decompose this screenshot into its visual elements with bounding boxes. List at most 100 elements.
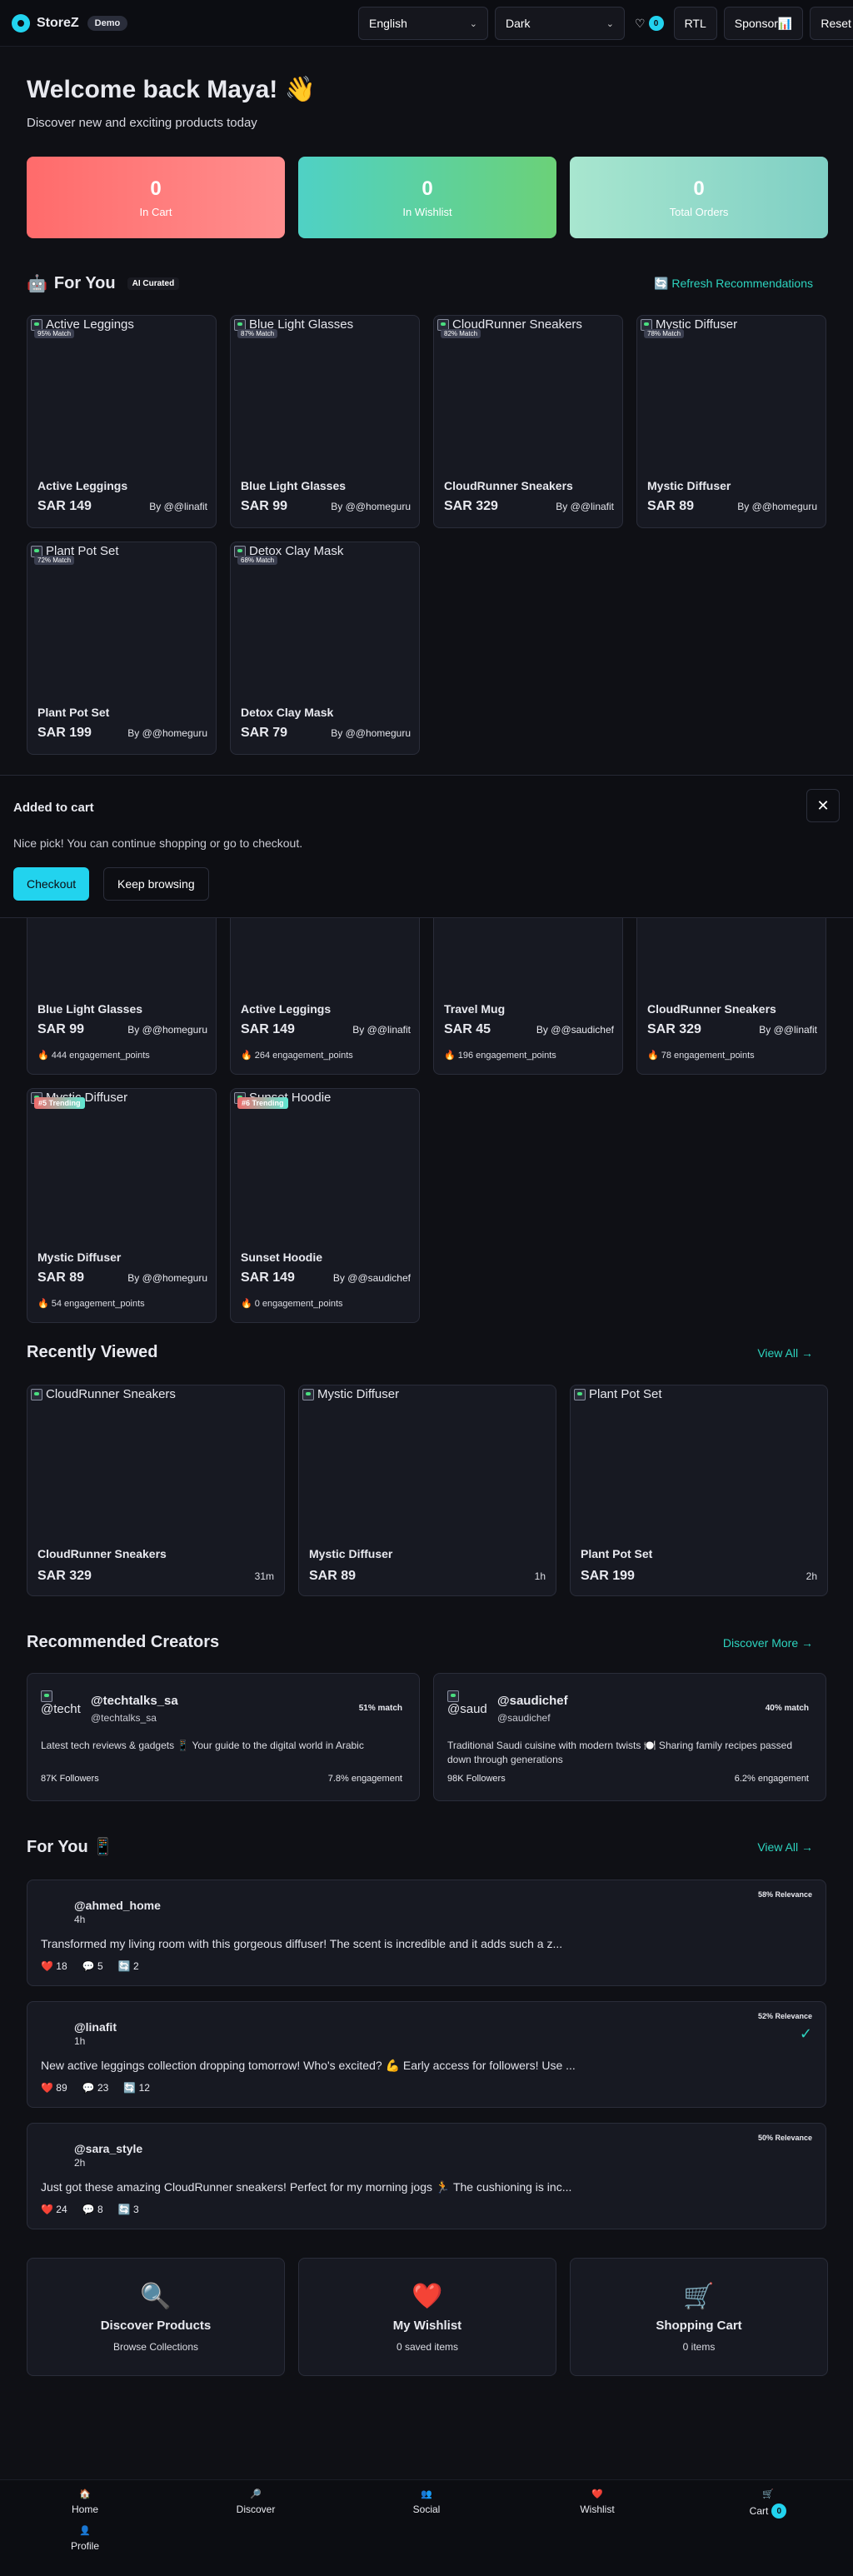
my-wishlist-card[interactable]: ❤️ My Wishlist 0 saved items	[298, 2258, 556, 2376]
creator-card[interactable]: @saudi @saudichef @saudichef 40% match T…	[433, 1673, 826, 1801]
engagement-points: 🔥 78 engagement_points	[647, 1051, 755, 1061]
discover-more-link[interactable]: Discover More →	[723, 1636, 813, 1650]
comment-count[interactable]: 💬 8	[82, 2204, 103, 2215]
share-icon: 🔄	[117, 1960, 131, 1972]
rtl-button[interactable]: RTL	[673, 7, 717, 40]
share-icon: 🔄	[117, 2204, 131, 2215]
like-count[interactable]: ❤️ 18	[41, 1960, 67, 1972]
product-name: Plant Pot Set	[37, 706, 110, 719]
view-all-link[interactable]: View All →	[757, 1840, 813, 1854]
nav-discover[interactable]: 🔎 Discover	[222, 2489, 289, 2515]
section-title: For You	[53, 274, 116, 292]
language-select[interactable]: English ⌄	[358, 7, 488, 40]
nav-wishlist[interactable]: ❤️ Wishlist	[564, 2489, 631, 2515]
reset-button[interactable]: Reset	[810, 7, 853, 40]
creator-link[interactable]: By @@homeguru	[127, 1272, 207, 1284]
creator-link[interactable]: By @@linafit	[759, 1024, 817, 1036]
stat-in-wishlist[interactable]: 0 In Wishlist	[298, 157, 556, 238]
creator-link[interactable]: By @@saudichef	[536, 1024, 614, 1036]
relevance-badge: 52% Relevance	[757, 2012, 812, 2020]
nav-home[interactable]: 🏠 Home	[52, 2489, 118, 2515]
product-price: SAR 89	[309, 1569, 357, 1583]
post-time: 1h	[74, 2035, 86, 2047]
top-bar: StoreZ Demo English ⌄ Dark ⌄ ♡ 0 RTL Spons…	[0, 0, 853, 47]
like-count[interactable]: ❤️ 89	[41, 2082, 67, 2094]
product-name: Active Leggings	[241, 1002, 332, 1016]
feed-header: For You 📱 View All →	[27, 1836, 826, 1857]
nav-cart[interactable]: 🛒 Cart 0	[735, 2489, 801, 2519]
post-author[interactable]: @ahmed_home	[74, 1899, 161, 1912]
recent-card[interactable]: Mystic Diffuser Mystic Diffuser SAR 89 1…	[298, 1385, 556, 1596]
product-name: Sunset Hoodie	[241, 1251, 323, 1264]
creator-link[interactable]: By @@homeguru	[331, 501, 411, 512]
feed-post[interactable]: @linafit 1h 52% Relevance ✓ New active l…	[27, 2001, 826, 2108]
creator-link[interactable]: By @@homeguru	[127, 727, 207, 739]
creator-link[interactable]: By @@homeguru	[331, 727, 411, 739]
trending-card[interactable]: Sunset Hoodie #6 Trending Sunset Hoodie …	[230, 1088, 420, 1323]
product-name: Detox Clay Mask	[241, 706, 334, 719]
feed-post[interactable]: @sara_style 2h 50% Relevance Just got th…	[27, 2123, 826, 2229]
product-price: SAR 199	[581, 1569, 635, 1583]
product-name: Mystic Diffuser	[647, 479, 731, 492]
trending-card[interactable]: Mystic Diffuser #5 Trending Mystic Diffu…	[27, 1088, 217, 1323]
stat-in-cart[interactable]: 0 In Cart	[27, 157, 285, 238]
share-count[interactable]: 🔄 12	[123, 2082, 150, 2094]
checkmark-icon: ✓	[799, 2025, 812, 2042]
recent-card[interactable]: CloudRunner Sneakers CloudRunner Sneaker…	[27, 1385, 285, 1596]
comment-icon: 💬	[82, 1960, 95, 1972]
nav-profile[interactable]: 👤 Profile	[52, 2525, 118, 2552]
checkout-button[interactable]: Checkout	[13, 867, 90, 901]
creator-card[interactable]: @techt @techtalks_sa @techtalks_sa 51% m…	[27, 1673, 420, 1801]
creator-link[interactable]: By @@linafit	[149, 501, 207, 512]
product-card[interactable]: Mystic Diffuser 78% Match Mystic Diffuse…	[636, 315, 826, 528]
theme-select[interactable]: Dark ⌄	[495, 7, 625, 40]
feed-post[interactable]: @ahmed_home 4h 58% Relevance Transformed…	[27, 1880, 826, 1986]
creator-link[interactable]: By @@saudichef	[333, 1272, 411, 1284]
heart-icon: ❤️	[41, 2204, 53, 2215]
like-count[interactable]: ❤️ 24	[41, 2204, 67, 2215]
product-card[interactable]: Blue Light Glasses 87% Match Blue Light …	[230, 315, 420, 528]
comment-count[interactable]: 💬 23	[82, 2082, 109, 2094]
view-all-link[interactable]: View All →	[757, 1346, 813, 1360]
product-name: Plant Pot Set	[581, 1547, 653, 1560]
match-badge: 87% Match	[237, 329, 278, 338]
wishlist-counter[interactable]: ♡ 0	[631, 7, 667, 40]
keep-browsing-button[interactable]: Keep browsing	[103, 867, 209, 901]
post-author[interactable]: @linafit	[74, 2020, 117, 2034]
creator-bio: Traditional Saudi cuisine with modern tw…	[447, 1740, 793, 1765]
engagement-points: 🔥 0 engagement_points	[241, 1299, 343, 1309]
creator-link[interactable]: By @@homeguru	[737, 501, 817, 512]
discover-products-card[interactable]: 🔍 Discover Products Browse Collections	[27, 2258, 285, 2376]
post-author[interactable]: @sara_style	[74, 2142, 142, 2155]
viewed-time: 1h	[534, 1570, 546, 1582]
product-card[interactable]: CloudRunner Sneakers 82% Match CloudRunn…	[433, 315, 623, 528]
post-text: New active leggings collection dropping …	[41, 2059, 576, 2072]
sponsor-button[interactable]: Sponsor📊	[723, 7, 804, 40]
recent-card[interactable]: Plant Pot Set Plant Pot Set SAR 199 2h	[570, 1385, 828, 1596]
broken-image-icon	[31, 1388, 42, 1400]
share-count[interactable]: 🔄 3	[118, 2204, 139, 2215]
people-icon: 👥	[421, 2489, 432, 2499]
engagement-points: 🔥 444 engagement_points	[37, 1051, 150, 1061]
creator-link[interactable]: By @@homeguru	[127, 1024, 207, 1036]
viewed-time: 31m	[254, 1570, 274, 1582]
close-icon[interactable]: ✕	[806, 789, 840, 822]
shopping-cart-card[interactable]: 🛒 Shopping Cart 0 items	[570, 2258, 828, 2376]
match-badge: 95% Match	[34, 329, 75, 338]
for-you-grid: Active Leggings 95% Match Active Legging…	[27, 315, 826, 755]
creator-link[interactable]: By @@linafit	[556, 501, 614, 512]
match-badge: 68% Match	[237, 556, 278, 565]
refresh-recommendations-button[interactable]: 🔄 Refresh Recommendations	[654, 277, 813, 291]
creator-link[interactable]: By @@linafit	[352, 1024, 411, 1036]
stat-total-orders[interactable]: 0 Total Orders	[570, 157, 828, 238]
product-card[interactable]: Detox Clay Mask 68% Match Detox Clay Mas…	[230, 542, 420, 755]
logo-icon	[12, 13, 30, 32]
product-card[interactable]: Active Leggings 95% Match Active Legging…	[27, 315, 217, 528]
post-time: 4h	[74, 1914, 86, 1925]
creator-bio: Latest tech reviews & gadgets 📱 Your gui…	[41, 1740, 364, 1751]
comment-count[interactable]: 💬 5	[82, 1960, 103, 1972]
product-card[interactable]: Plant Pot Set 72% Match Plant Pot Set SA…	[27, 542, 217, 755]
nav-social[interactable]: 👥 Social	[393, 2489, 460, 2515]
avatar: @techt	[41, 1690, 81, 1724]
share-count[interactable]: 🔄 2	[118, 1960, 139, 1972]
